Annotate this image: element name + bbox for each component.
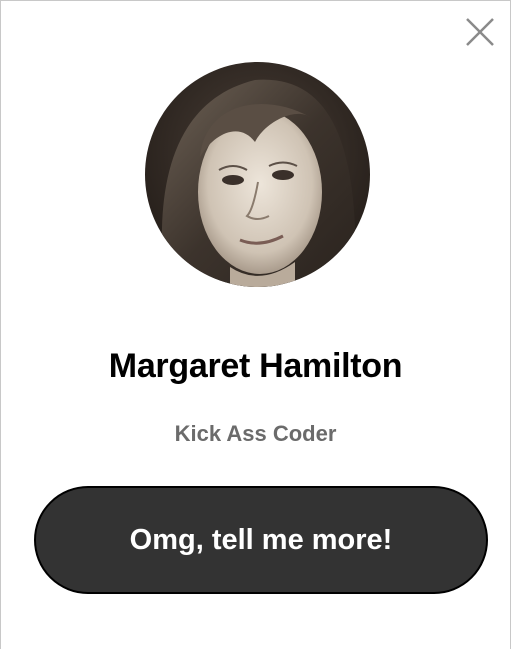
profile-name: Margaret Hamilton bbox=[108, 347, 403, 385]
tell-me-more-button[interactable]: Omg, tell me more! bbox=[34, 486, 488, 594]
profile-card: Margaret Hamilton Kick Ass Coder Omg, te… bbox=[0, 0, 511, 649]
close-button[interactable] bbox=[465, 17, 495, 47]
portrait-photo bbox=[145, 62, 370, 287]
profile-subtitle: Kick Ass Coder bbox=[174, 421, 337, 446]
close-icon[interactable] bbox=[465, 17, 495, 47]
avatar bbox=[145, 62, 370, 287]
